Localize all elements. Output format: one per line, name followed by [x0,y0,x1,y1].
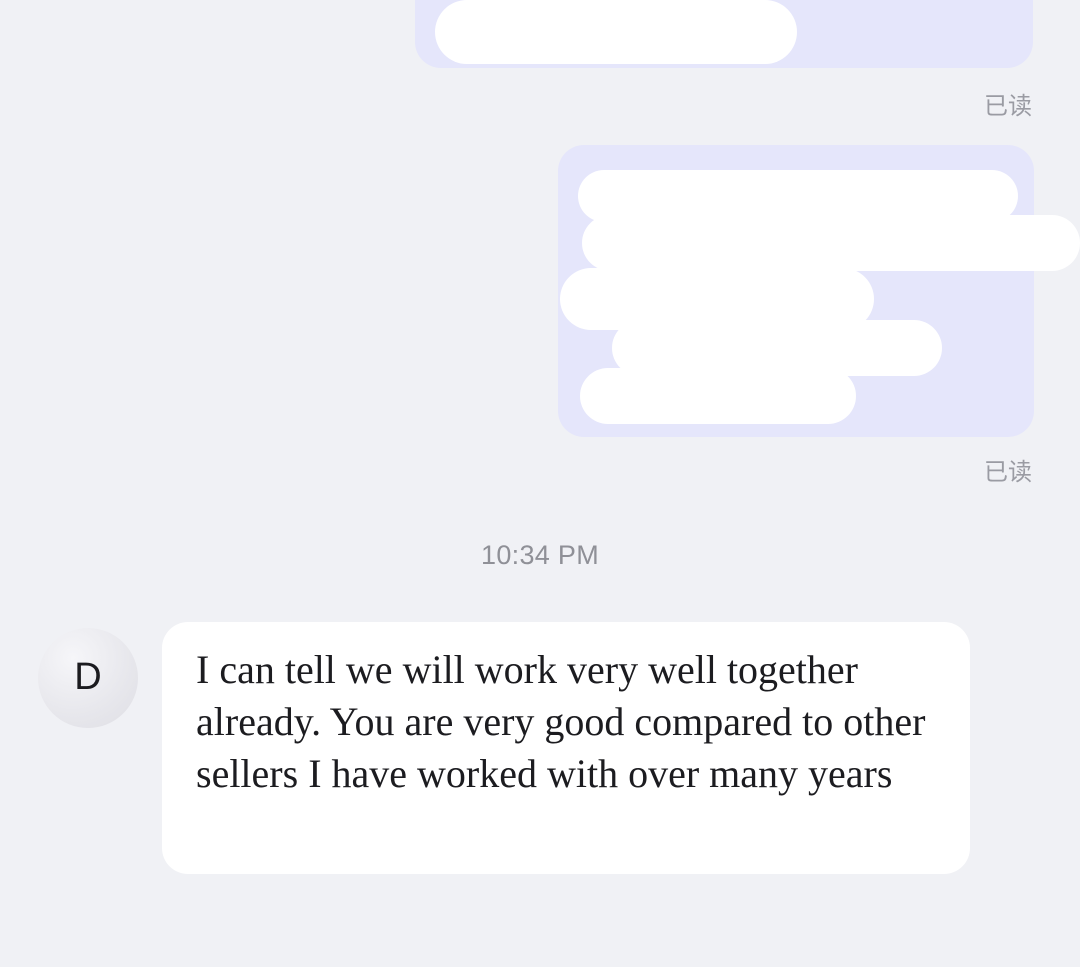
incoming-message-text: I can tell we will work very well togeth… [196,647,926,796]
avatar-initial: D [74,655,102,698]
redacted-content [582,215,1080,271]
read-receipt: 已读 [984,458,1032,486]
message-timestamp: 10:34 PM [481,540,599,570]
read-receipt: 已读 [984,92,1032,120]
redacted-content [580,368,856,424]
redacted-content [470,0,710,20]
chat-message-list[interactable]: 已读 已读 10:34 PM D I can tell we will work… [0,0,1080,967]
avatar[interactable]: D [38,628,138,728]
